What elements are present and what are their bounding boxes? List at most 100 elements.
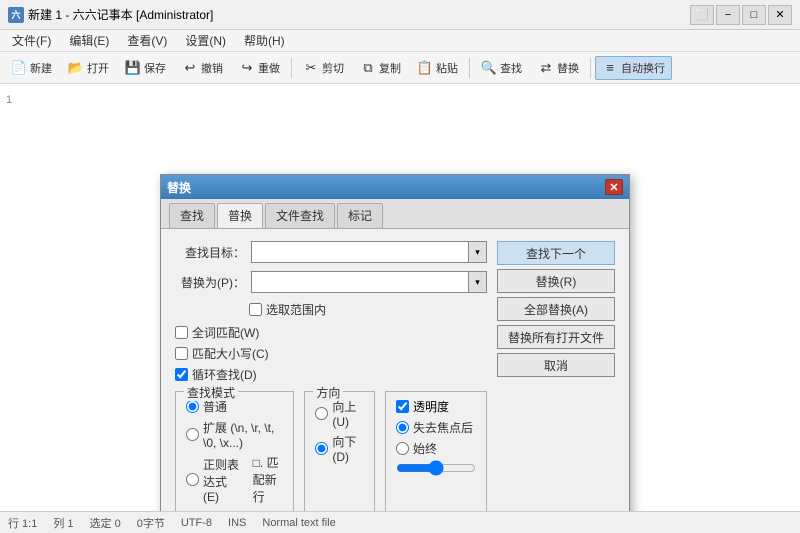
dialog-content: 查找目标： ▾ 替换为(P)： ▾ [161, 229, 629, 511]
search-mode-box: 查找模式 普通 扩展 (\n, \r, \t, \0, \x...) [175, 391, 294, 511]
cancel-button[interactable]: 取消 [497, 353, 615, 377]
find-input-wrap: ▾ [251, 241, 487, 263]
replace-label: 替换为(P)： [175, 274, 245, 291]
dir-down-row: 向下(D) [315, 433, 364, 464]
copy-button[interactable]: ⧉ 复制 [353, 56, 408, 80]
tab-mark[interactable]: 标记 [337, 203, 383, 228]
line-number: 1 [6, 94, 12, 106]
separator-2 [469, 58, 470, 78]
status-select: 选定 0 [90, 515, 121, 531]
range-checkbox[interactable] [249, 303, 262, 316]
replace-all-button[interactable]: 全部替换(A) [497, 297, 615, 321]
status-row: 行 1:1 [8, 515, 37, 531]
search-mode-title: 查找模式 [184, 384, 238, 401]
save-button[interactable]: 💾 保存 [118, 56, 173, 80]
mode-extended-radio[interactable] [186, 428, 199, 441]
save-icon: 💾 [125, 60, 141, 76]
close-btn[interactable]: ✕ [768, 5, 792, 25]
trans-blur-label: 失去焦点后 [413, 419, 473, 436]
dialog-tabs: 查找 普换 文件查找 标记 [161, 199, 629, 229]
section-group: 查找模式 普通 扩展 (\n, \r, \t, \0, \x...) [175, 391, 487, 511]
find-input[interactable] [251, 241, 469, 263]
wraparound-checkbox[interactable] [175, 368, 188, 381]
menu-view[interactable]: 查看(V) [119, 30, 175, 51]
status-filetype: Normal text file [262, 517, 335, 529]
transparency-slider[interactable] [396, 461, 476, 475]
status-bytes: 0字节 [137, 515, 165, 531]
dir-up-label: 向上(U) [332, 398, 364, 429]
tab-file-find[interactable]: 文件查找 [265, 203, 335, 228]
transparency-checkbox[interactable] [396, 400, 409, 413]
dir-up-row: 向上(U) [315, 398, 364, 429]
status-bar: 行 1:1 列 1 选定 0 0字节 UTF-8 INS Normal text… [0, 511, 800, 533]
find-button[interactable]: 🔍 查找 [474, 56, 529, 80]
dialog-right: 查找下一个 替换(R) 全部替换(A) 替换所有打开文件 取消 [497, 241, 615, 511]
wraparound-row: 循环查找(D) [175, 366, 487, 383]
app-icon: 六 [8, 7, 24, 23]
new-button[interactable]: 📄 新建 [4, 56, 59, 80]
find-dropdown-btn[interactable]: ▾ [469, 241, 487, 263]
restore-btn[interactable]: ⬜ [690, 5, 714, 25]
replace-dialog: 替换 ✕ 查找 普换 文件查找 标记 查找目标： [160, 174, 630, 511]
tab-replace[interactable]: 普换 [217, 203, 263, 228]
wordwrap-button[interactable]: ≡ 自动换行 [595, 56, 672, 80]
menu-file[interactable]: 文件(F) [4, 30, 59, 51]
fullword-checkbox[interactable] [175, 326, 188, 339]
menu-help[interactable]: 帮助(H) [236, 30, 293, 51]
mode-regex-row: 正则表达式(E) □. 匹配新行 [186, 454, 283, 505]
trans-blur-radio[interactable] [396, 421, 409, 434]
replace-all-open-button[interactable]: 替换所有打开文件 [497, 325, 615, 349]
find-row: 查找目标： ▾ [175, 241, 487, 263]
mode-normal-radio[interactable] [186, 400, 199, 413]
paste-button[interactable]: 📋 粘贴 [410, 56, 465, 80]
find-icon: 🔍 [481, 60, 497, 76]
new-icon: 📄 [11, 60, 27, 76]
maximize-btn[interactable]: □ [742, 5, 766, 25]
direction-title: 方向 [313, 384, 343, 401]
transparency-label: 透明度 [413, 398, 449, 415]
cut-button[interactable]: ✂ 剪切 [296, 56, 351, 80]
mode-extended-label: 扩展 (\n, \r, \t, \0, \x...) [203, 419, 283, 450]
range-row: 选取范围内 [175, 301, 487, 318]
trans-always-label: 始终 [413, 440, 437, 457]
title-bar-controls: ⬜ − □ ✕ [690, 5, 792, 25]
find-label: 查找目标： [175, 244, 245, 261]
checkboxes-group: 全词匹配(W) 匹配大小写(C) 循环查找(D) [175, 324, 487, 383]
tab-find[interactable]: 查找 [169, 203, 215, 228]
menu-settings[interactable]: 设置(N) [177, 30, 234, 51]
wraparound-label: 循环查找(D) [192, 366, 257, 383]
wordwrap-icon: ≡ [602, 60, 618, 76]
undo-button[interactable]: ↩ 撤销 [175, 56, 230, 80]
transparency-box: 透明度 失去焦点后 始终 [385, 391, 487, 511]
find-next-button[interactable]: 查找下一个 [497, 241, 615, 265]
fullword-label: 全词匹配(W) [192, 324, 259, 341]
dialog-left: 查找目标： ▾ 替换为(P)： ▾ [175, 241, 487, 511]
dir-down-radio[interactable] [315, 442, 328, 455]
dialog-close-button[interactable]: ✕ [605, 179, 623, 195]
dir-up-radio[interactable] [315, 407, 328, 420]
transparency-header: 透明度 [396, 398, 476, 415]
replace-input[interactable] [251, 271, 469, 293]
trans-always-row: 始终 [396, 440, 476, 457]
direction-box: 方向 向上(U) 向下(D) [304, 391, 375, 511]
editor-area[interactable]: 1 替换 ✕ 查找 普换 文件查找 标记 [0, 84, 800, 511]
dialog-main: 查找目标： ▾ 替换为(P)： ▾ [175, 241, 615, 511]
redo-button[interactable]: ↪ 重做 [232, 56, 287, 80]
replace-button[interactable]: ⇄ 替换 [531, 56, 586, 80]
separator-1 [291, 58, 292, 78]
menu-edit[interactable]: 编辑(E) [61, 30, 117, 51]
copy-icon: ⧉ [360, 60, 376, 76]
dialog-titlebar: 替换 ✕ [161, 175, 629, 199]
matchcase-checkbox[interactable] [175, 347, 188, 360]
mode-regex-radio[interactable] [186, 473, 199, 486]
open-button[interactable]: 📂 打开 [61, 56, 116, 80]
mode-regex-label: 正则表达式(E) [203, 456, 241, 504]
redo-icon: ↪ [239, 60, 255, 76]
replace-button-action[interactable]: 替换(R) [497, 269, 615, 293]
minimize-btn[interactable]: − [716, 5, 740, 25]
paste-icon: 📋 [417, 60, 433, 76]
replace-dropdown-btn[interactable]: ▾ [469, 271, 487, 293]
trans-always-radio[interactable] [396, 442, 409, 455]
trans-blur-row: 失去焦点后 [396, 419, 476, 436]
menu-bar: 文件(F) 编辑(E) 查看(V) 设置(N) 帮助(H) [0, 30, 800, 52]
